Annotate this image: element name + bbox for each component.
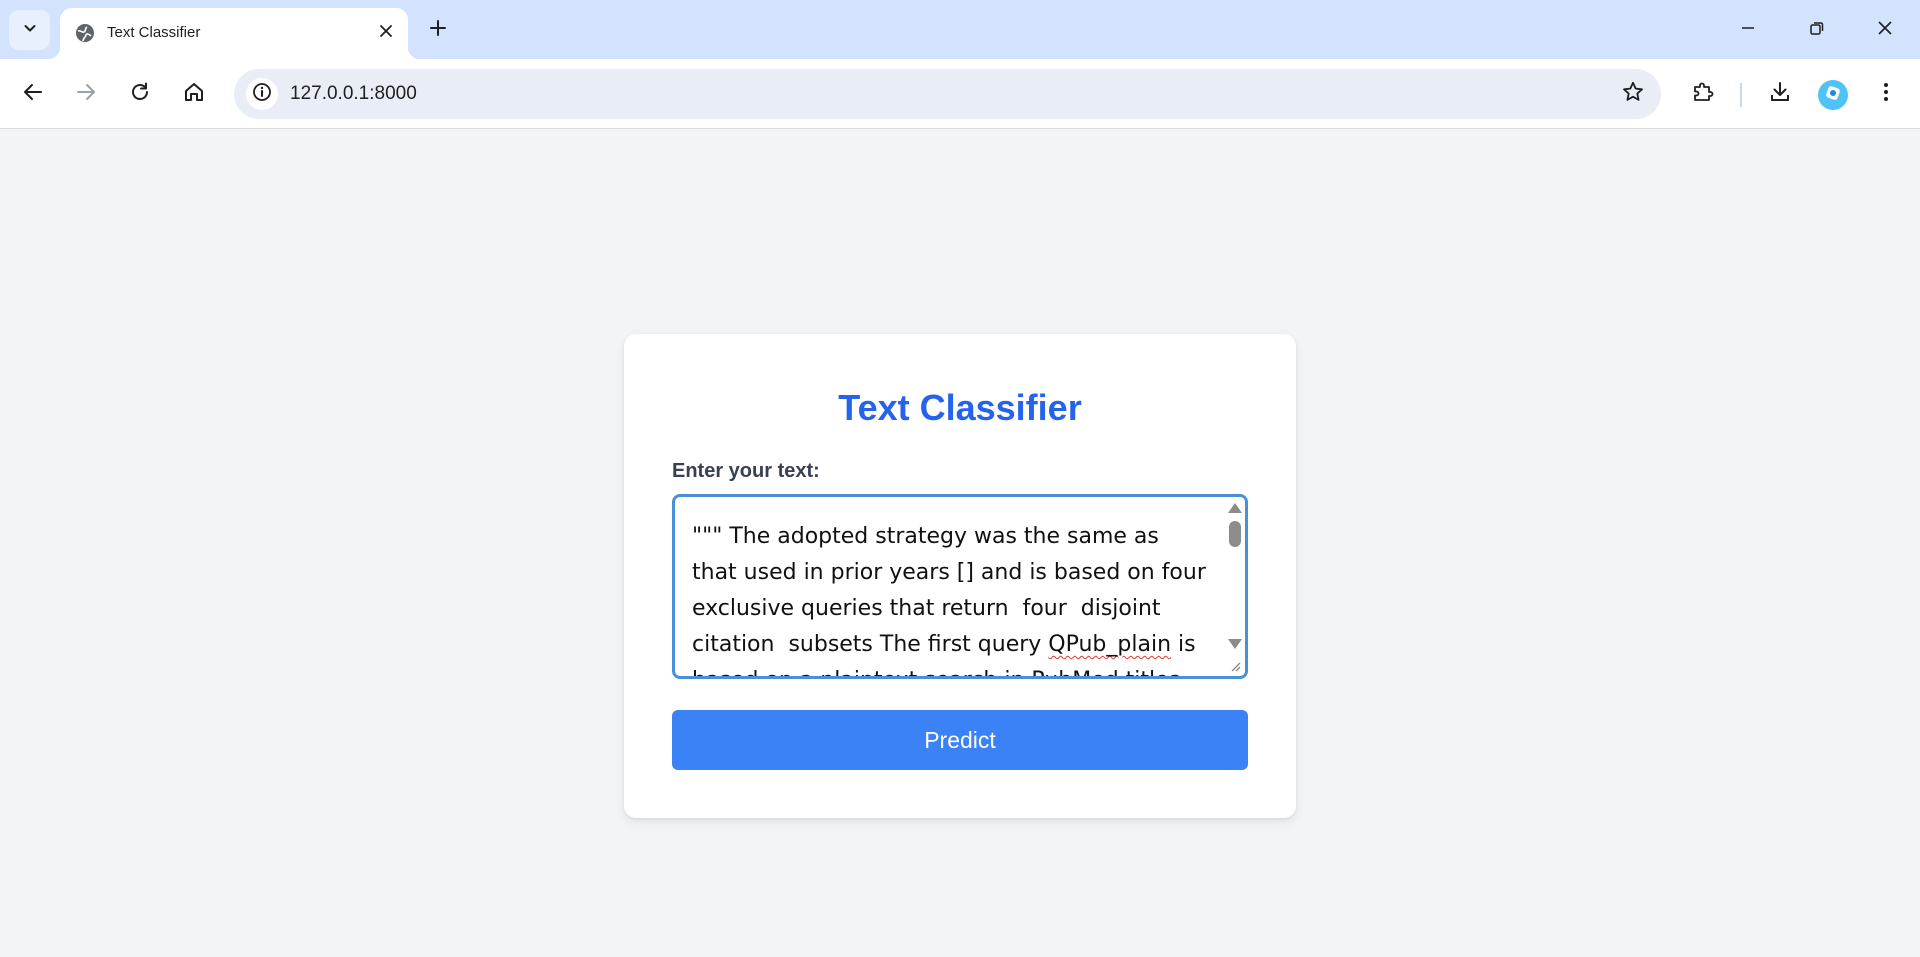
browser-menu-button[interactable] [1867, 75, 1905, 113]
minimize-icon [1740, 20, 1756, 41]
new-tab-button[interactable] [422, 16, 454, 44]
address-bar-url: 127.0.0.1:8000 [290, 83, 417, 104]
downloads-button[interactable] [1761, 75, 1799, 113]
resize-grip-icon [1225, 656, 1243, 676]
minimize-window-button[interactable] [1725, 10, 1771, 50]
reload-icon [129, 81, 151, 108]
arrow-left-icon [22, 81, 44, 108]
star-icon [1621, 80, 1645, 109]
textarea-scrollbar[interactable] [1224, 497, 1245, 676]
tab-close-button[interactable] [374, 21, 398, 45]
classifier-card: Text Classifier Enter your text: """ The… [624, 334, 1296, 818]
scrollbar-thumb[interactable] [1229, 521, 1241, 547]
resize-handle[interactable] [1225, 656, 1243, 674]
download-icon [1768, 80, 1792, 109]
plus-icon [429, 19, 447, 42]
restore-icon [1809, 20, 1825, 41]
close-window-button[interactable] [1862, 10, 1908, 50]
home-button[interactable] [175, 75, 213, 113]
site-info-button[interactable] [246, 78, 278, 110]
address-bar[interactable]: 127.0.0.1:8000 [234, 69, 1661, 119]
scroll-down-arrow[interactable] [1228, 639, 1242, 649]
close-icon [379, 24, 393, 43]
text-input-label: Enter your text: [672, 460, 820, 482]
scroll-up-arrow[interactable] [1228, 503, 1242, 513]
profile-avatar-icon [1824, 84, 1842, 107]
close-icon [1877, 20, 1893, 41]
forward-button[interactable] [67, 75, 105, 113]
back-button[interactable] [14, 75, 52, 113]
profile-avatar-button[interactable] [1818, 80, 1848, 110]
page-title: Text Classifier [838, 387, 1082, 428]
restore-window-button[interactable] [1794, 10, 1840, 50]
reload-button[interactable] [121, 75, 159, 113]
text-input-container: """ The adopted strategy was the same as… [672, 494, 1248, 679]
info-icon [252, 82, 272, 107]
predict-button[interactable]: Predict [672, 710, 1248, 770]
globe-icon [73, 21, 97, 45]
browser-toolbar: 127.0.0.1:8000 [0, 59, 1920, 129]
misspelled-word: QPub_plain [1048, 632, 1172, 657]
browser-tab-active[interactable]: Text Classifier [48, 8, 420, 59]
puzzle-icon [1691, 80, 1715, 109]
toolbar-divider [1740, 83, 1742, 107]
chevron-down-icon [22, 20, 38, 41]
more-vertical-icon [1875, 81, 1897, 108]
extensions-button[interactable] [1684, 75, 1722, 113]
tab-strip: Text Classifier [0, 0, 1920, 59]
bookmark-button[interactable] [1619, 80, 1647, 108]
tab-search-button[interactable] [9, 10, 50, 50]
text-input-area[interactable]: """ The adopted strategy was the same as… [675, 497, 1225, 676]
home-icon [183, 81, 205, 108]
tab-title: Text Classifier [107, 24, 201, 41]
arrow-right-icon [75, 81, 97, 108]
